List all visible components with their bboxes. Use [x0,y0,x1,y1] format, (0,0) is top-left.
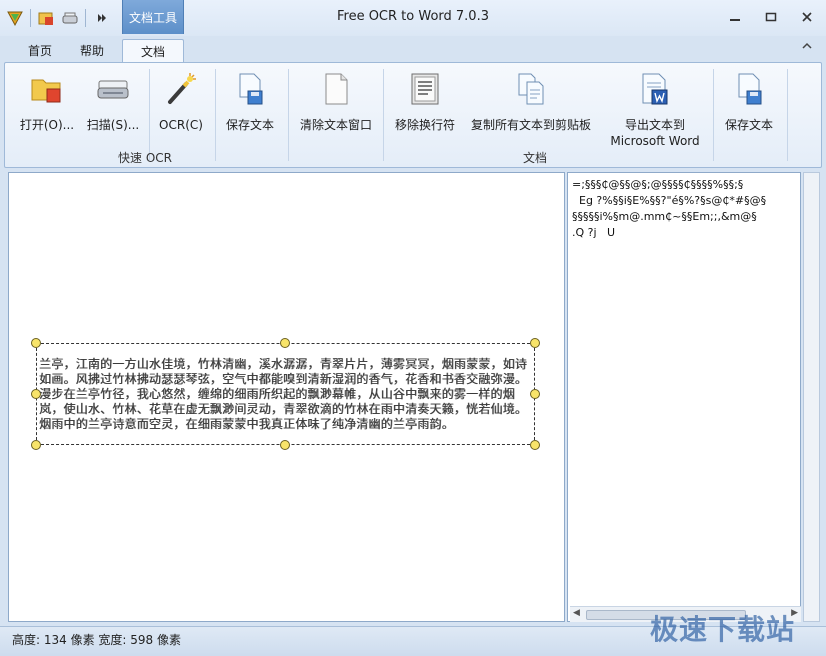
tab-document[interactable]: 文档 [122,39,184,62]
ribbon-tab-row: 首页 帮助 文档 [0,36,826,62]
close-icon[interactable] [798,8,816,26]
group-label-quick-ocr: 快速 OCR [118,151,172,165]
save-text-button-2[interactable]: 保存文本 [717,67,781,153]
ribbon: 打开(O)... 扫描(S)... OCR(C) 保存文本 清除文本窗口 移除换… [4,62,822,168]
save-text-label: 保存文本 [225,118,274,132]
restore-icon[interactable] [762,8,780,26]
scanned-image-text: 兰亭，江南的一方山水佳境，竹林清幽，溪水潺潺，青翠片片，薄雾冥冥，烟雨蒙蒙，如诗… [39,357,528,431]
ribbon-separator [383,69,384,161]
tab-home[interactable]: 首页 [16,39,64,62]
remove-line-breaks-button[interactable]: 移除换行符 [387,67,463,153]
magic-wand-icon [163,71,199,107]
ribbon-separator [787,69,788,161]
selection-handle[interactable] [31,338,41,348]
export-to-word-button[interactable]: 导出文本到 Microsoft Word [599,67,711,153]
ribbon-separator [149,69,150,161]
window-controls [726,8,816,26]
open-button[interactable]: 打开(O)... [13,67,81,153]
vertical-scrollbar[interactable] [803,172,820,622]
open-folder-icon [29,71,65,107]
ocr-result-text[interactable]: =;§§§₵@§§@§;@§§§§₵§§§§%§§;§ Eg ?%§§i§E%§… [572,177,796,607]
toolbar-separator [85,9,86,27]
ribbon-separator [215,69,216,161]
minimize-icon[interactable] [726,8,744,26]
save-text-button[interactable]: 保存文本 [219,67,281,153]
clear-text-window-button[interactable]: 清除文本窗口 [293,67,379,153]
tab-help[interactable]: 帮助 [68,39,116,62]
ribbon-separator [713,69,714,161]
open-file-icon[interactable] [37,9,55,27]
ocr-button[interactable]: OCR(C) [153,67,209,153]
selection-handle[interactable] [530,338,540,348]
selection-handle[interactable] [31,440,41,450]
context-tab-group: 文档工具 [122,0,184,34]
copy-pages-icon [513,71,549,107]
image-size-status: 高度: 134 像素 宽度: 598 像素 [12,633,181,647]
selection-handle[interactable] [280,338,290,348]
remove-line-breaks-label: 移除换行符 [394,118,455,132]
window-title: Free OCR to Word 7.0.3 [336,9,489,24]
quick-access-toolbar [6,6,110,30]
selection-handle[interactable] [530,440,540,450]
scroll-left-icon[interactable]: ◀ [573,608,580,618]
selection-handle[interactable] [280,440,290,450]
clear-text-window-label: 清除文本窗口 [299,118,372,132]
ribbon-separator [288,69,289,161]
watermark-logo: 极速下载站 [650,613,796,646]
customize-toolbar-icon[interactable] [92,9,110,27]
ocr-result-pane[interactable]: =;§§§₵@§§@§;@§§§§₵§§§§%§§;§ Eg ?%§§i§E%§… [567,172,801,622]
word-export-icon [637,71,673,107]
save-document-icon [232,71,268,107]
app-logo-icon[interactable] [6,9,24,27]
toolbar-separator [30,9,31,27]
text-page-icon [407,71,443,107]
image-view-pane[interactable]: 兰亭，江南的一方山水佳境，竹林清幽，溪水潺潺，青翠片片，薄雾冥冥，烟雨蒙蒙，如诗… [8,172,565,622]
scan-button-label: 扫描(S)... [86,118,140,132]
scan-icon[interactable] [61,9,79,27]
scan-button[interactable]: 扫描(S)... [79,67,147,153]
save-text-2-label: 保存文本 [724,118,773,132]
copy-all-text-label: 复制所有文本到剪贴板 [470,118,591,132]
title-bar: 文档工具 Free OCR to Word 7.0.3 [0,0,826,36]
open-button-label: 打开(O)... [19,118,75,132]
copy-all-text-button[interactable]: 复制所有文本到剪贴板 [467,67,595,153]
blank-page-icon [318,71,354,107]
save-document-icon [731,71,767,107]
scanner-icon [95,71,131,107]
ocr-button-label: OCR(C) [159,118,203,132]
group-label-document: 文档 [522,151,547,165]
export-to-word-label: 导出文本到 Microsoft Word [610,118,700,148]
collapse-ribbon-icon[interactable] [802,41,812,54]
